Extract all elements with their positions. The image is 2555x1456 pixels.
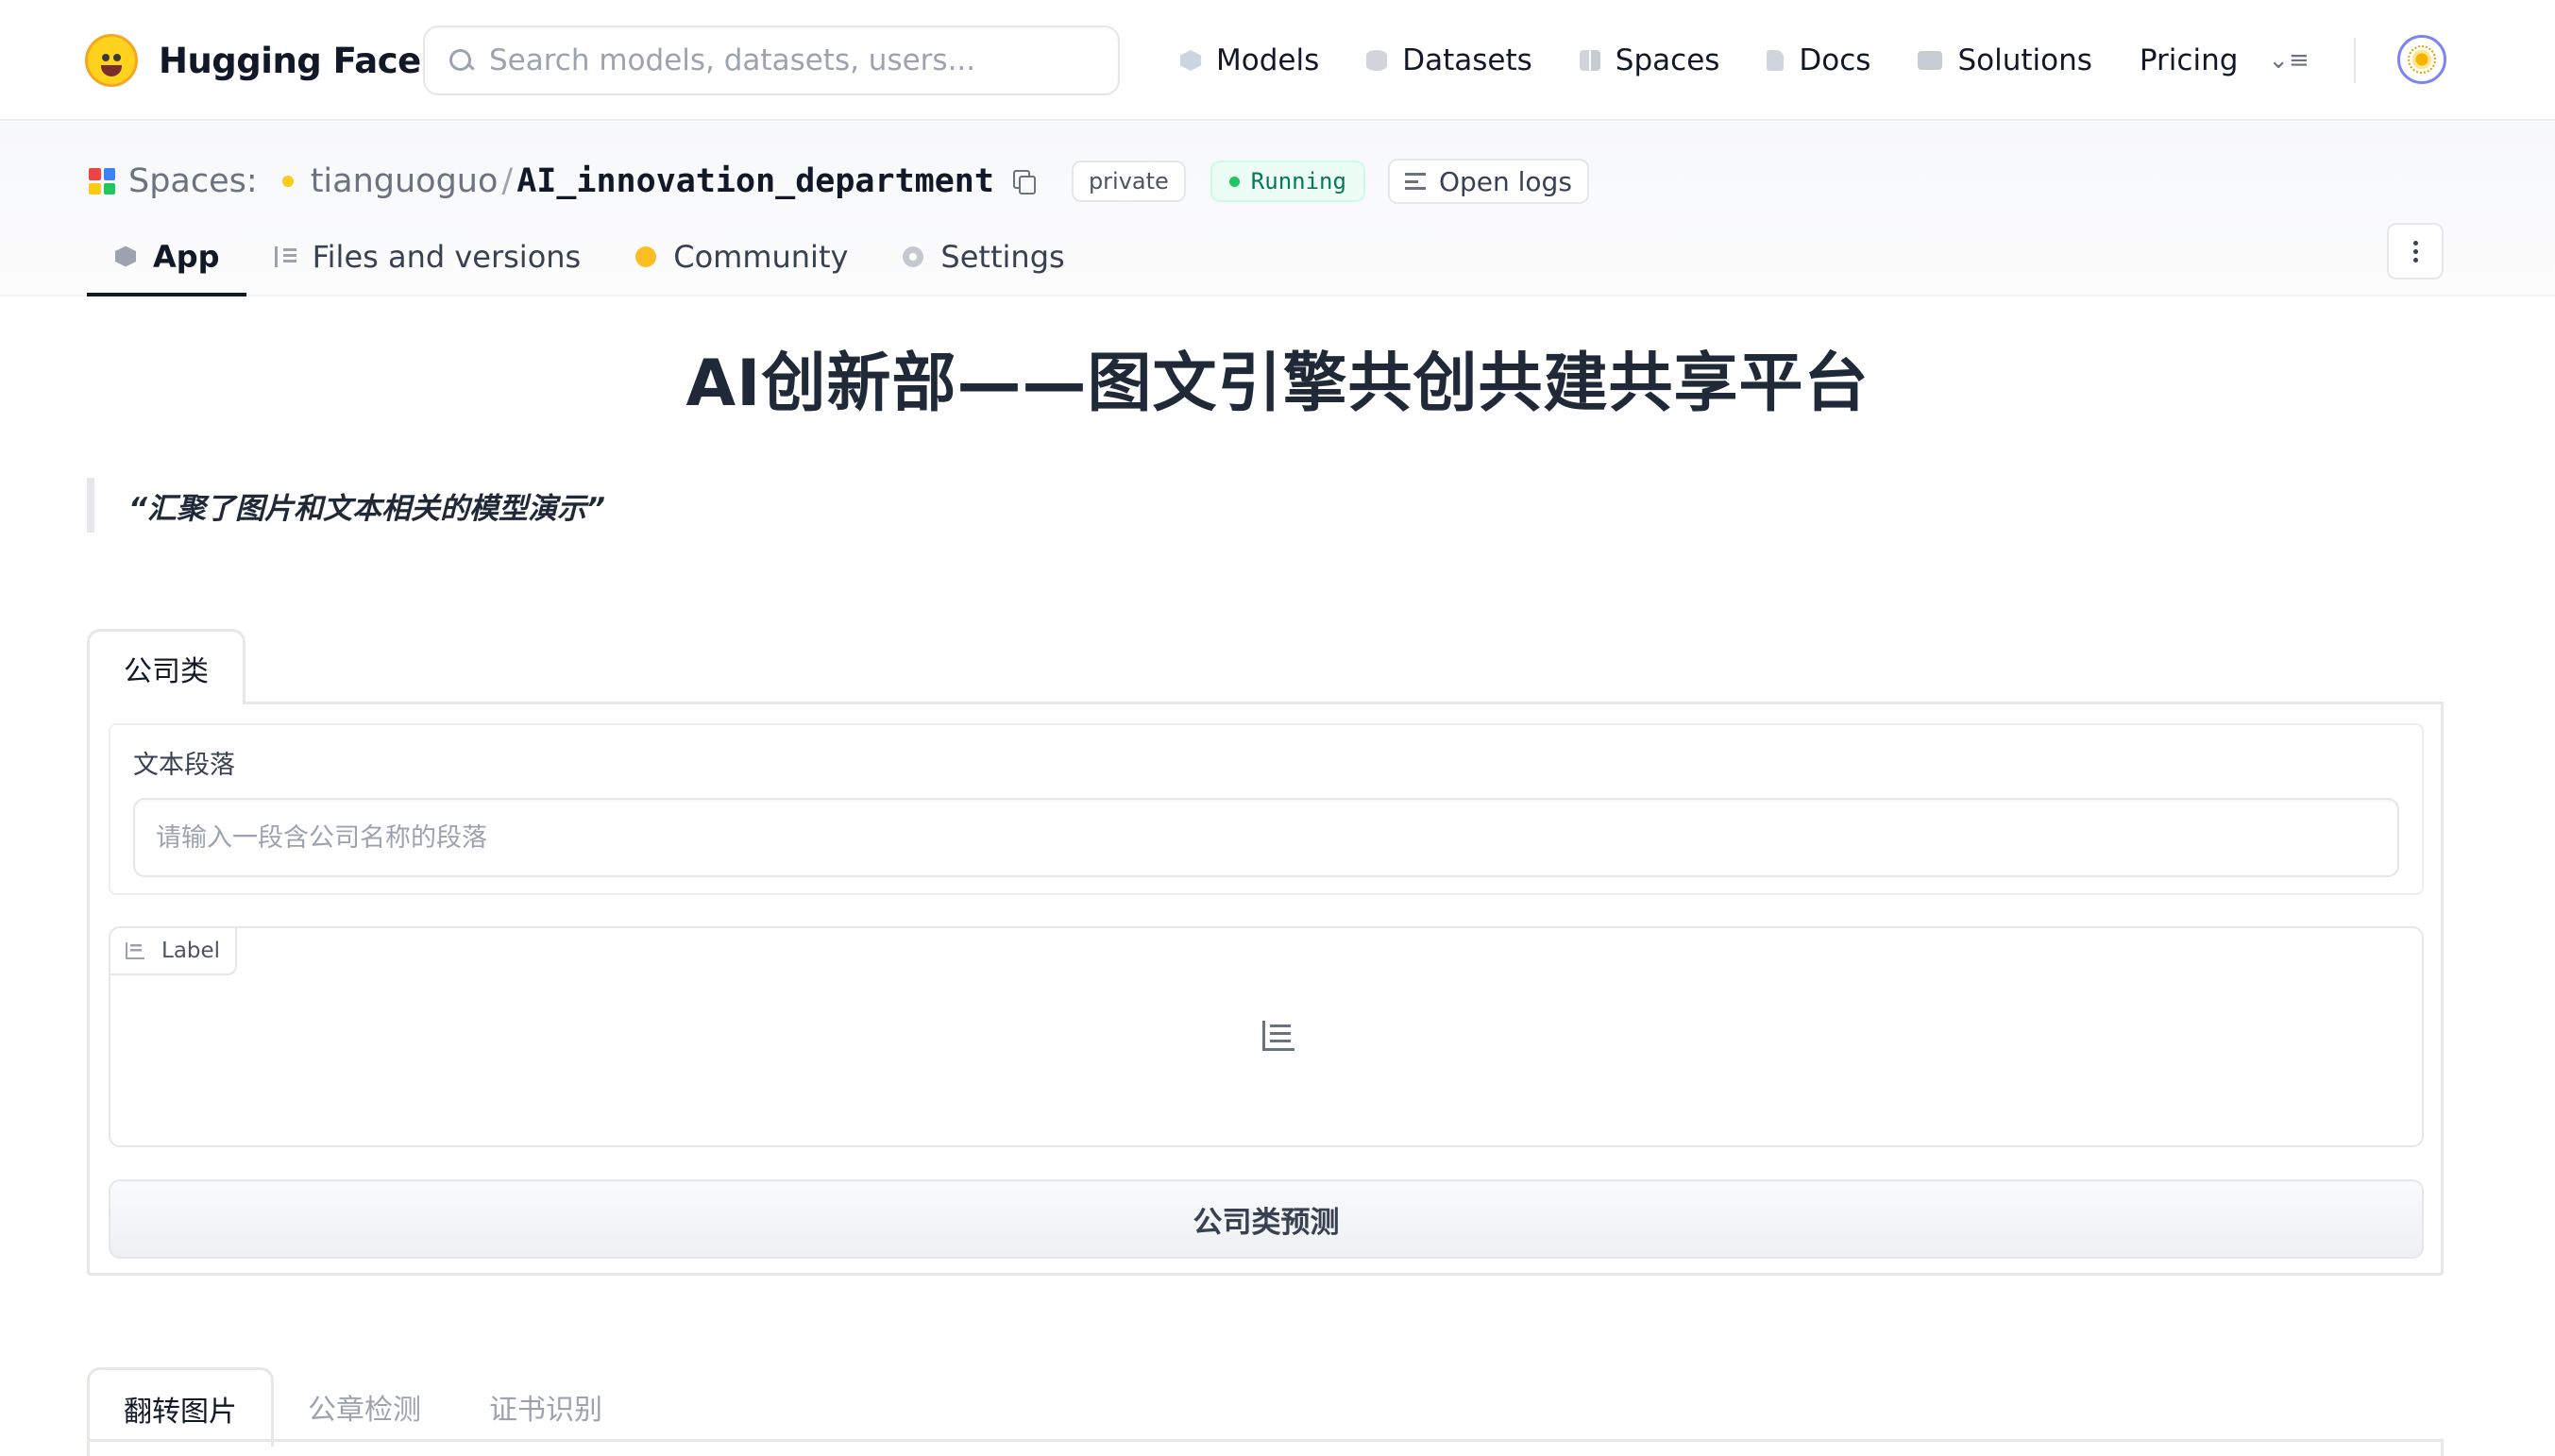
nav-divider bbox=[2354, 38, 2356, 83]
nav-docs[interactable]: Docs bbox=[1767, 43, 1870, 77]
cube-icon bbox=[115, 245, 136, 267]
bottom-tabs: 翻转图片 公章检测 证书识别 bbox=[87, 1365, 636, 1456]
company-panel: 文本段落 Label 公司类预测 bbox=[87, 702, 2444, 1276]
tab-flip-image[interactable]: 翻转图片 bbox=[87, 1367, 274, 1447]
visibility-badge: private bbox=[1071, 161, 1186, 202]
bottom-tabs-divider bbox=[87, 1439, 2444, 1442]
tab-files-and-versions[interactable]: Files and versions bbox=[246, 216, 608, 296]
open-logs-label: Open logs bbox=[1438, 165, 1572, 197]
status-dot-icon bbox=[1228, 176, 1240, 187]
community-icon bbox=[635, 245, 657, 267]
brand-name: Hugging Face bbox=[159, 40, 421, 81]
tab-settings[interactable]: Settings bbox=[874, 216, 1091, 296]
document-icon bbox=[1767, 50, 1785, 71]
tab-files-label: Files and versions bbox=[312, 238, 582, 275]
label-tag: Label bbox=[110, 928, 238, 975]
nav-models-label: Models bbox=[1216, 43, 1320, 77]
space-repo-name[interactable]: AI_innovation_department bbox=[516, 162, 994, 200]
spaces-icon bbox=[89, 168, 115, 195]
cube-icon bbox=[1180, 50, 1201, 71]
tab-community-label: Community bbox=[673, 238, 849, 275]
logo[interactable]: Hugging Face bbox=[85, 34, 421, 87]
tab-settings-label: Settings bbox=[940, 238, 1065, 275]
nav-datasets[interactable]: Datasets bbox=[1366, 43, 1532, 77]
tab-seal-detection[interactable]: 公章检测 bbox=[274, 1367, 455, 1447]
open-logs-button[interactable]: Open logs bbox=[1387, 159, 1589, 204]
briefcase-icon bbox=[1918, 51, 1943, 70]
tab-company[interactable]: 公司类 bbox=[87, 629, 245, 704]
more-options-button[interactable] bbox=[2387, 223, 2444, 279]
status-badge: Running bbox=[1210, 161, 1365, 202]
nav-datasets-label: Datasets bbox=[1402, 43, 1532, 77]
nav-models[interactable]: Models bbox=[1180, 43, 1319, 77]
bottom-panel-right-border bbox=[2441, 1439, 2444, 1456]
label-output: Label bbox=[109, 926, 2424, 1147]
tab-app-label: App bbox=[153, 238, 220, 275]
top-navbar: Hugging Face Models Datasets Spaces Docs… bbox=[0, 0, 2555, 121]
logs-icon bbox=[1404, 173, 1426, 190]
tab-app[interactable]: App bbox=[87, 216, 246, 296]
paragraph-input[interactable] bbox=[133, 798, 2399, 877]
bottom-panel-left-border bbox=[87, 1439, 90, 1456]
search-box[interactable] bbox=[423, 25, 1120, 95]
avatar-sun-icon bbox=[2408, 45, 2436, 74]
nav-solutions[interactable]: Solutions bbox=[1918, 43, 2092, 77]
files-icon bbox=[274, 245, 296, 267]
copy-icon[interactable] bbox=[1012, 170, 1036, 195]
search-input[interactable] bbox=[489, 43, 1093, 77]
more-menu-icon[interactable]: ⌄≡ bbox=[2268, 43, 2310, 77]
breadcrumb: Spaces: tianguoguo / AI_innovation_depar… bbox=[89, 158, 1589, 205]
nav-spaces-label: Spaces bbox=[1615, 43, 1720, 77]
label-tag-text: Label bbox=[161, 939, 221, 963]
user-avatar[interactable] bbox=[2397, 35, 2446, 84]
tab-community[interactable]: Community bbox=[607, 216, 874, 296]
app-title: AI创新部——图文引擎共创共建共享平台 bbox=[685, 347, 1870, 421]
user-avatar-dot bbox=[281, 176, 294, 187]
app-description: “汇聚了图片和文本相关的模型演示” bbox=[87, 478, 605, 533]
textbox-block: 文本段落 bbox=[109, 723, 2424, 895]
hugging-face-logo-icon bbox=[85, 34, 138, 87]
predict-button[interactable]: 公司类预测 bbox=[109, 1179, 2424, 1259]
empty-chart-icon bbox=[1262, 1021, 1294, 1051]
tab-certificate-recognition[interactable]: 证书识别 bbox=[455, 1367, 636, 1447]
nav-solutions-label: Solutions bbox=[1957, 43, 2092, 77]
nav-pricing-label: Pricing bbox=[2139, 43, 2239, 77]
nav-spaces[interactable]: Spaces bbox=[1579, 43, 1720, 77]
space-owner-link[interactable]: tianguoguo bbox=[311, 162, 499, 200]
status-text: Running bbox=[1250, 168, 1346, 195]
nav-docs-label: Docs bbox=[1799, 43, 1871, 77]
gear-icon bbox=[903, 245, 924, 267]
bar-chart-icon bbox=[126, 942, 144, 959]
database-icon bbox=[1366, 50, 1388, 71]
grid-icon bbox=[1579, 50, 1600, 71]
nav-links: Models Datasets Spaces Docs Solutions Pr… bbox=[1180, 34, 2285, 87]
search-icon bbox=[448, 47, 474, 74]
textbox-label: 文本段落 bbox=[133, 751, 235, 780]
space-header: Spaces: tianguoguo / AI_innovation_depar… bbox=[0, 122, 2555, 296]
space-tabs: App Files and versions Community Setting… bbox=[87, 216, 1091, 296]
nav-pricing[interactable]: Pricing bbox=[2140, 43, 2239, 77]
spaces-label[interactable]: Spaces: bbox=[128, 162, 258, 200]
breadcrumb-separator: / bbox=[501, 162, 514, 200]
